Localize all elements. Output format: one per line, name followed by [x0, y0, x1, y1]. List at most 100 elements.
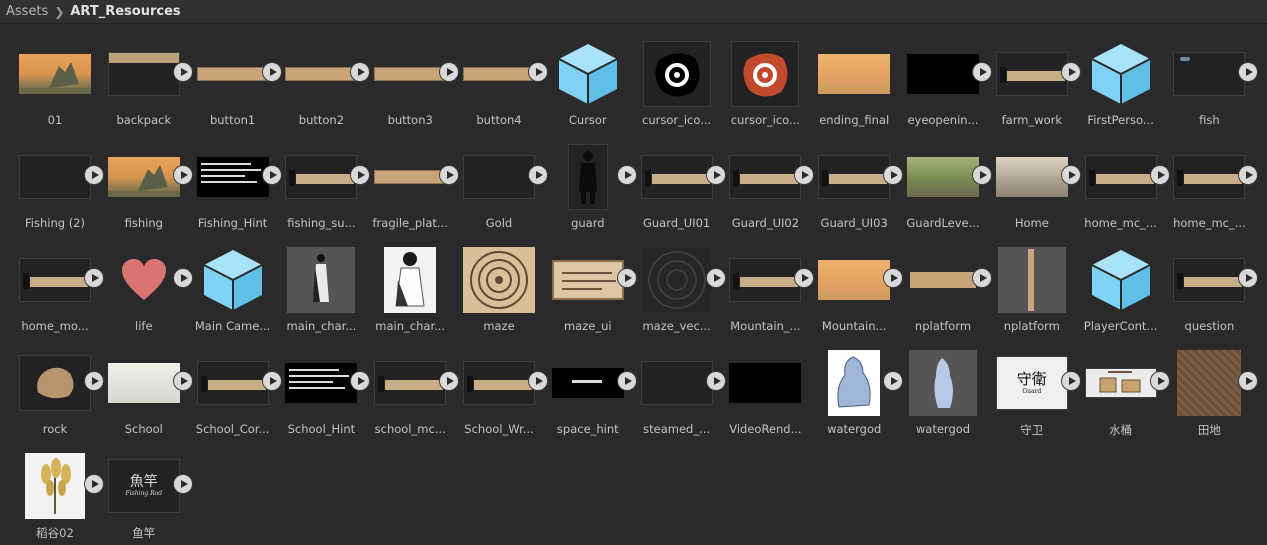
asset-label: nplatform [1003, 319, 1060, 333]
asset-tile[interactable]: School_Cor... [190, 338, 281, 436]
asset-thumbnail [1084, 144, 1157, 210]
asset-label: School_Wr... [464, 422, 534, 436]
breadcrumb-root[interactable]: Assets [6, 4, 48, 19]
asset-tile[interactable]: school_mc... [367, 338, 459, 436]
play-icon[interactable] [1239, 372, 1258, 390]
asset-label: space_hint [556, 422, 619, 436]
asset-thumbnail [818, 41, 891, 107]
asset-label: watergod [915, 422, 971, 436]
asset-tile[interactable]: button3 [367, 29, 459, 127]
asset-tile[interactable]: rock [12, 338, 103, 436]
asset-tile[interactable]: steamed_... [634, 338, 725, 436]
asset-tile[interactable]: question [1166, 235, 1258, 333]
asset-tile[interactable]: fragile_plat... [367, 132, 459, 230]
asset-label: school_mc... [374, 422, 446, 436]
asset-tile[interactable]: space_hint [545, 338, 636, 436]
asset-tile[interactable]: 01 [12, 29, 98, 127]
asset-tile[interactable]: fish [1166, 29, 1258, 127]
asset-thumbnail [552, 144, 624, 210]
asset-tile[interactable]: button1 [190, 29, 281, 127]
asset-grid: 01 backpack button1 button2 button3 button4 Cu… [0, 25, 1267, 545]
asset-label: Cursor [568, 113, 607, 127]
asset-tile[interactable]: guard [545, 132, 636, 230]
asset-tile[interactable]: PlayerCont... [1078, 235, 1164, 333]
asset-thumbnail [374, 144, 447, 210]
asset-thumbnail [197, 247, 269, 313]
asset-tile[interactable]: Guard_UI02 [722, 132, 814, 230]
asset-tile[interactable]: 水桶 [1078, 338, 1169, 437]
asset-tile[interactable]: backpack [101, 29, 192, 127]
asset-tile[interactable]: 田地 [1166, 338, 1258, 437]
asset-tile[interactable]: Fishing (2) [12, 132, 103, 230]
asset-tile[interactable]: fishing [101, 132, 192, 230]
asset-tile[interactable]: 魚竿 Fishing Rod 鱼竿 [101, 441, 192, 540]
asset-tile[interactable]: button2 [278, 29, 370, 127]
asset-tile[interactable]: nplatform [989, 235, 1075, 333]
asset-tile[interactable]: GuardLeve... [900, 132, 991, 230]
asset-tile[interactable]: Cursor [545, 29, 631, 127]
asset-thumbnail [729, 41, 801, 107]
asset-label: cursor_ico... [642, 113, 712, 127]
asset-tile[interactable]: FirstPerso... [1078, 29, 1164, 127]
asset-tile[interactable]: Guard_UI01 [634, 132, 725, 230]
asset-tile[interactable]: button4 [456, 29, 547, 127]
asset-tile[interactable]: nplatform [900, 235, 991, 333]
play-icon[interactable] [173, 475, 192, 493]
asset-tile[interactable]: eyeopenin... [900, 29, 991, 127]
asset-thumbnail: 守衛 Guard [995, 350, 1068, 416]
asset-tile[interactable]: home_mc_... [1078, 132, 1169, 230]
asset-thumbnail [818, 144, 891, 210]
asset-tile[interactable]: School_Wr... [456, 338, 547, 436]
asset-tile[interactable]: Guard_UI03 [811, 132, 903, 230]
play-icon[interactable] [1239, 269, 1258, 287]
asset-tile[interactable]: Fishing_Hint [190, 132, 281, 230]
asset-tile[interactable]: School_Hint [278, 338, 370, 436]
asset-tile[interactable]: Mountain_... [722, 235, 814, 333]
asset-tile[interactable]: Mountain... [811, 235, 903, 333]
asset-label: Fishing_Hint [197, 216, 268, 230]
asset-tile[interactable]: VideoRend... [722, 338, 808, 436]
asset-tile[interactable]: farm_work [989, 29, 1080, 127]
asset-tile[interactable]: home_mc_... [1166, 132, 1258, 230]
asset-tile[interactable]: 稻谷02 [12, 441, 103, 540]
asset-tile[interactable]: maze [456, 235, 542, 333]
asset-thumbnail [1173, 144, 1246, 210]
asset-thumbnail [729, 144, 802, 210]
asset-thumbnail [463, 41, 535, 107]
asset-tile[interactable]: maze_vec... [634, 235, 725, 333]
thumb-calligraphy: 守衛 [1016, 369, 1047, 388]
asset-tile[interactable]: cursor_ico... [722, 29, 808, 127]
asset-thumbnail [641, 41, 713, 107]
asset-thumbnail [1173, 350, 1245, 416]
breadcrumb-current[interactable]: ART_Resources [70, 4, 180, 19]
asset-label: button2 [298, 113, 345, 127]
asset-tile[interactable]: life [101, 235, 192, 333]
thumb-calligraphy: 魚竿 [129, 474, 158, 490]
asset-label: guard [571, 216, 605, 230]
asset-tile[interactable]: Main Came... [190, 235, 276, 333]
asset-tile[interactable]: watergod [811, 338, 903, 436]
asset-tile[interactable]: School [101, 338, 192, 436]
asset-thumbnail [107, 41, 180, 107]
asset-label: maze_ui [563, 319, 612, 333]
play-icon[interactable] [1239, 63, 1258, 81]
asset-tile[interactable]: fishing_su... [278, 132, 370, 230]
asset-thumbnail [995, 144, 1068, 210]
asset-thumbnail [285, 144, 358, 210]
asset-tile[interactable]: home_mo... [12, 235, 103, 333]
asset-tile[interactable]: ending_final [811, 29, 897, 127]
asset-tile[interactable]: Home [989, 132, 1080, 230]
asset-tile[interactable]: watergod [900, 338, 986, 436]
asset-tile[interactable]: Gold [456, 132, 547, 230]
asset-label: fishing_su... [287, 216, 356, 230]
play-icon[interactable] [1239, 166, 1258, 184]
asset-tile[interactable]: cursor_ico... [634, 29, 720, 127]
asset-label: Guard_UI01 [642, 216, 711, 230]
asset-thumbnail [374, 350, 447, 416]
asset-tile[interactable]: 守衛 Guard 守卫 [989, 338, 1080, 437]
asset-tile[interactable]: maze_ui [545, 235, 636, 333]
asset-label: ending_final [819, 113, 890, 127]
asset-thumbnail [285, 41, 358, 107]
asset-tile[interactable]: main_char... [367, 235, 453, 333]
asset-tile[interactable]: main_char... [278, 235, 364, 333]
